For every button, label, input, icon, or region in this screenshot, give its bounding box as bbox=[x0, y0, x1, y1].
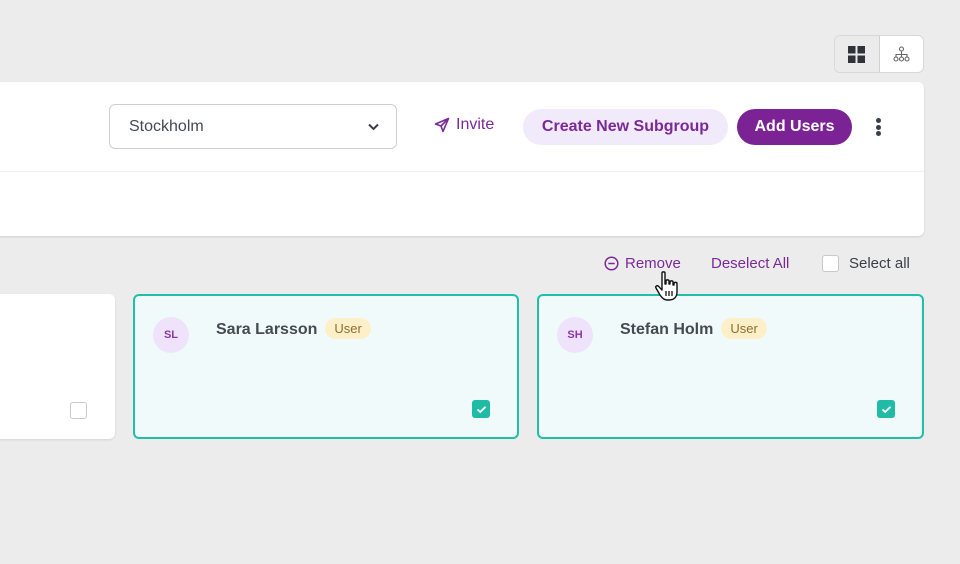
invite-button[interactable]: Invite bbox=[434, 116, 494, 134]
deselect-all-button[interactable]: Deselect All bbox=[711, 255, 789, 272]
user-card-checkbox[interactable] bbox=[472, 400, 490, 418]
user-name-row: Sara Larsson User bbox=[216, 318, 371, 339]
select-all-label: Select all bbox=[849, 255, 910, 272]
group-header-card: Stockholm Invite Create New Subgroup Add… bbox=[0, 82, 924, 236]
role-badge: User bbox=[325, 318, 371, 339]
user-card[interactable]: SL Sara Larsson User bbox=[133, 294, 519, 439]
bulk-actions-bar: Remove Deselect All Select all bbox=[600, 255, 920, 275]
header-divider bbox=[0, 171, 924, 172]
avatar: SH bbox=[557, 317, 593, 353]
grid-icon bbox=[848, 45, 866, 63]
user-card-checkbox[interactable] bbox=[877, 400, 895, 418]
minus-circle-icon bbox=[604, 256, 619, 271]
view-toggle bbox=[834, 35, 924, 73]
add-users-button[interactable]: Add Users bbox=[737, 109, 852, 145]
avatar: SL bbox=[153, 317, 189, 353]
user-card-checkbox[interactable] bbox=[70, 402, 87, 419]
hand-pointer-cursor-icon bbox=[655, 271, 678, 301]
location-select[interactable]: Stockholm bbox=[109, 104, 397, 149]
hierarchy-view-button[interactable] bbox=[880, 36, 924, 72]
create-subgroup-button[interactable]: Create New Subgroup bbox=[523, 109, 728, 145]
more-options-button[interactable] bbox=[870, 116, 886, 138]
kebab-menu-icon bbox=[875, 118, 881, 123]
user-name-row: Stefan Holm User bbox=[620, 318, 767, 339]
user-card[interactable] bbox=[0, 294, 115, 439]
user-name: Sara Larsson bbox=[216, 321, 318, 338]
location-select-value: Stockholm bbox=[129, 117, 204, 135]
invite-label: Invite bbox=[456, 116, 495, 133]
paper-plane-icon bbox=[434, 117, 450, 133]
select-all-checkbox[interactable]: Select all bbox=[822, 255, 910, 272]
checkmark-icon bbox=[881, 405, 891, 413]
role-badge: User bbox=[721, 318, 767, 339]
chevron-down-icon bbox=[368, 123, 379, 131]
checkmark-icon bbox=[476, 405, 486, 413]
grid-view-button[interactable] bbox=[835, 36, 880, 72]
user-name: Stefan Holm bbox=[620, 321, 714, 338]
hierarchy-icon bbox=[893, 45, 910, 62]
user-card[interactable]: SH Stefan Holm User bbox=[537, 294, 924, 439]
checkbox-unchecked-icon bbox=[822, 255, 839, 272]
